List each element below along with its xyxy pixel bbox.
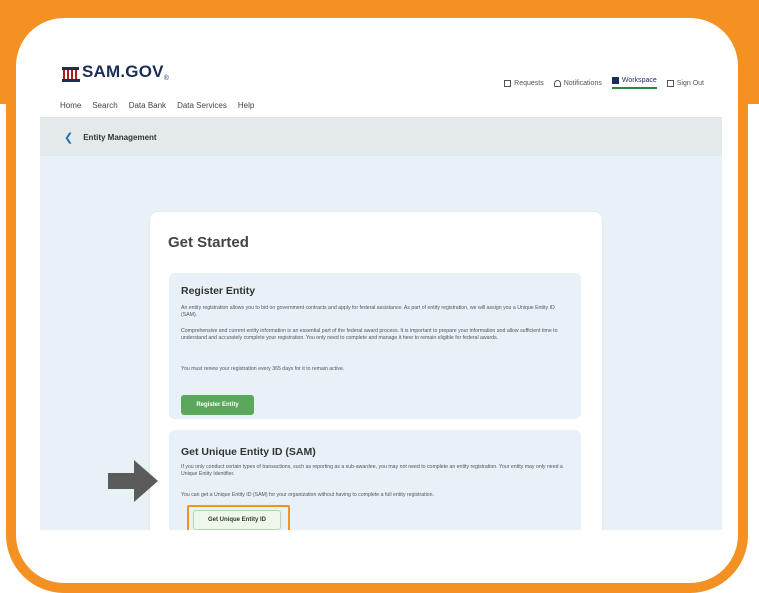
- sign-out-icon: [666, 79, 674, 87]
- unique-entity-id-heading: Get Unique Entity ID (SAM): [181, 446, 316, 458]
- unique-entity-id-text-2: You can get a Unique Entity ID (SAM) for…: [181, 492, 434, 498]
- register-entity-card: Register Entity An entity registration a…: [169, 273, 581, 419]
- get-unique-entity-id-button[interactable]: Get Unique Entity ID: [193, 510, 281, 530]
- utility-nav: Requests Notifications Workspace Sign Ou…: [504, 77, 704, 89]
- breadcrumb-bar: ❮ Entity Management: [40, 118, 722, 156]
- inbox-icon: [504, 79, 512, 87]
- workspace-label: Workspace: [621, 77, 657, 84]
- nav-home[interactable]: Home: [60, 101, 81, 110]
- browser-screenshot: SAM.GOV ® Requests Notifications Workspac…: [40, 40, 722, 530]
- nav-data-services[interactable]: Data Services: [177, 101, 227, 110]
- grid-icon: [611, 77, 619, 84]
- arrow-right-icon: [108, 460, 158, 502]
- chevron-left-icon[interactable]: ❮: [64, 131, 73, 144]
- register-entity-text-2: Comprehensive and current entity informa…: [181, 328, 558, 342]
- panel-title: Get Started: [168, 234, 249, 251]
- sam-logo[interactable]: SAM.GOV ®: [62, 62, 169, 82]
- register-entity-heading: Register Entity: [181, 285, 256, 297]
- sign-out-link[interactable]: Sign Out: [666, 77, 704, 89]
- register-entity-text-1: An entity registration allows you to bid…: [181, 305, 555, 319]
- sign-out-label: Sign Out: [676, 79, 704, 87]
- site-header: SAM.GOV ® Requests Notifications Workspac…: [40, 40, 722, 118]
- unique-entity-id-text-1: If you only conduct certain types of tra…: [181, 464, 563, 478]
- main-nav: Home Search Data Bank Data Services Help: [60, 101, 254, 110]
- nav-help[interactable]: Help: [238, 101, 254, 110]
- brand-name: SAM.GOV: [82, 62, 164, 81]
- nav-search[interactable]: Search: [92, 101, 117, 110]
- bell-icon: [553, 79, 561, 87]
- brand-trademark: ®: [163, 75, 170, 82]
- register-entity-button[interactable]: Register Entity: [181, 395, 254, 415]
- capitol-icon: [62, 67, 80, 82]
- notifications-link[interactable]: Notifications: [553, 77, 602, 89]
- notifications-label: Notifications: [563, 79, 602, 87]
- nav-data-bank[interactable]: Data Bank: [129, 101, 166, 110]
- unique-entity-id-card: Get Unique Entity ID (SAM) If you only c…: [169, 430, 581, 530]
- requests-label: Requests: [514, 79, 544, 87]
- register-entity-text-3: You must renew your registration every 3…: [181, 366, 345, 372]
- requests-link[interactable]: Requests: [504, 77, 544, 89]
- get-started-panel: Get Started Register Entity An entity re…: [150, 212, 602, 530]
- page-title: Entity Management: [83, 132, 157, 142]
- workspace-link[interactable]: Workspace: [611, 77, 657, 89]
